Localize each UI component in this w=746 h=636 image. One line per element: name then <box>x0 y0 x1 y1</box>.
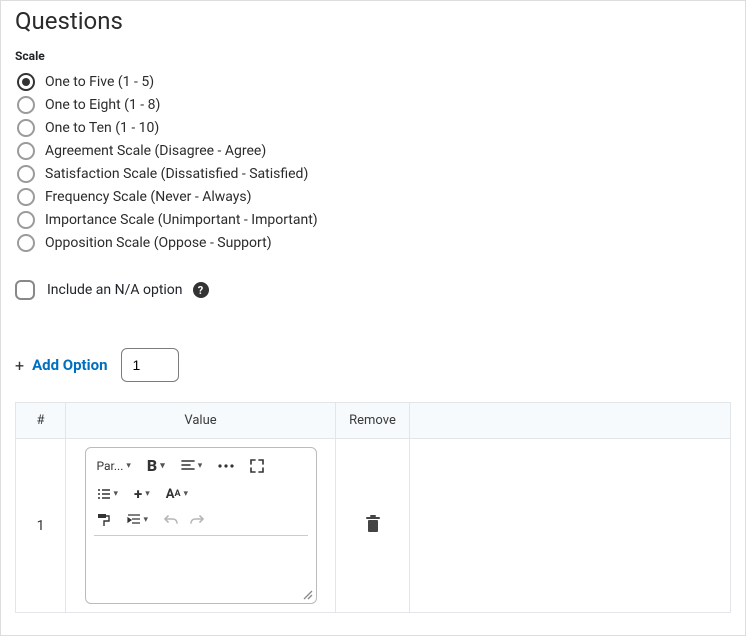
chevron-down-icon: ▾ <box>145 489 150 499</box>
include-na-checkbox[interactable] <box>15 280 35 300</box>
questions-panel: Questions Scale One to Five (1 - 5) One … <box>0 0 746 636</box>
include-na-row: Include an N/A option ? <box>15 280 731 300</box>
radio-label: Satisfaction Scale (Dissatisfied - Satis… <box>45 166 308 182</box>
radio-label: Opposition Scale (Oppose - Support) <box>45 235 272 251</box>
radio-label: Frequency Scale (Never - Always) <box>45 189 252 205</box>
more-button[interactable] <box>215 462 237 470</box>
radio-icon <box>17 73 35 91</box>
scale-option-one-to-five[interactable]: One to Five (1 - 5) <box>17 73 731 91</box>
list-icon <box>97 487 111 501</box>
include-na-label: Include an N/A option <box>47 282 183 298</box>
resize-handle[interactable] <box>301 588 313 600</box>
scale-option-satisfaction[interactable]: Satisfaction Scale (Dissatisfied - Satis… <box>17 165 731 183</box>
editor-toolbar-row-2: ▾ + ▾ AA ▾ <box>94 483 308 505</box>
radio-label: Importance Scale (Unimportant - Importan… <box>45 212 318 228</box>
indent-button[interactable]: ▾ <box>124 511 152 529</box>
chevron-down-icon: ▾ <box>160 461 165 471</box>
page-title: Questions <box>15 7 731 35</box>
font-button[interactable]: AA ▾ <box>163 485 191 504</box>
add-option-button[interactable]: + Add Option <box>15 356 107 375</box>
radio-label: One to Five (1 - 5) <box>45 74 154 90</box>
plus-icon: + <box>15 356 24 375</box>
paragraph-label: Par... <box>97 459 124 473</box>
chevron-down-icon: ▾ <box>126 461 131 471</box>
align-icon <box>181 459 195 473</box>
scale-option-one-to-ten[interactable]: One to Ten (1 - 10) <box>17 119 731 137</box>
indent-icon <box>127 513 141 527</box>
options-table: # Value Remove 1 Par... ▾ <box>15 402 731 613</box>
table-header-row: # Value Remove <box>16 403 731 439</box>
editor-textarea[interactable] <box>94 535 308 595</box>
format-paint-button[interactable] <box>94 511 114 529</box>
radio-icon <box>17 165 35 183</box>
list-button[interactable]: ▾ <box>94 485 122 503</box>
scale-radio-group: One to Five (1 - 5) One to Eight (1 - 8)… <box>17 73 731 252</box>
col-header-num: # <box>16 403 66 439</box>
radio-icon <box>17 96 35 114</box>
redo-icon <box>190 513 204 527</box>
more-icon <box>218 464 234 468</box>
scale-option-frequency[interactable]: Frequency Scale (Never - Always) <box>17 188 731 206</box>
radio-icon <box>17 188 35 206</box>
radio-label: Agreement Scale (Disagree - Agree) <box>45 143 266 159</box>
bold-button[interactable]: B▾ <box>144 454 168 477</box>
rich-text-editor[interactable]: Par... ▾ B▾ ▾ <box>85 447 317 604</box>
radio-icon <box>17 142 35 160</box>
scale-option-opposition[interactable]: Opposition Scale (Oppose - Support) <box>17 234 731 252</box>
scale-option-one-to-eight[interactable]: One to Eight (1 - 8) <box>17 96 731 114</box>
chevron-down-icon: ▾ <box>144 515 149 525</box>
align-button[interactable]: ▾ <box>178 457 206 475</box>
editor-toolbar-row-3: ▾ <box>94 511 308 529</box>
scale-option-agreement[interactable]: Agreement Scale (Disagree - Agree) <box>17 142 731 160</box>
insert-button[interactable]: + ▾ <box>131 483 153 505</box>
radio-icon <box>17 119 35 137</box>
editor-toolbar-row-1: Par... ▾ B▾ ▾ <box>94 454 308 477</box>
chevron-down-icon: ▾ <box>114 489 119 499</box>
table-row: 1 Par... ▾ B▾ <box>16 439 731 613</box>
col-header-value: Value <box>66 403 336 439</box>
chevron-down-icon: ▾ <box>198 461 203 471</box>
col-header-remove: Remove <box>336 403 410 439</box>
scale-heading: Scale <box>15 49 731 63</box>
help-icon[interactable]: ? <box>193 282 209 298</box>
paragraph-style-dropdown[interactable]: Par... ▾ <box>94 457 134 475</box>
fullscreen-icon <box>250 459 264 473</box>
trash-icon <box>365 515 381 533</box>
resize-icon <box>301 588 313 600</box>
remove-row-button[interactable] <box>365 515 381 533</box>
scale-option-importance[interactable]: Importance Scale (Unimportant - Importan… <box>17 211 731 229</box>
undo-button[interactable] <box>161 511 181 529</box>
format-paint-icon <box>97 513 111 527</box>
row-number: 1 <box>37 518 45 534</box>
radio-label: One to Ten (1 - 10) <box>45 120 159 136</box>
fullscreen-button[interactable] <box>247 457 267 475</box>
col-header-blank <box>410 403 731 439</box>
redo-button[interactable] <box>187 511 207 529</box>
undo-icon <box>164 513 178 527</box>
radio-icon <box>17 211 35 229</box>
radio-icon <box>17 234 35 252</box>
add-option-label: Add Option <box>32 356 107 374</box>
add-option-row: + Add Option <box>15 348 731 382</box>
chevron-down-icon: ▾ <box>184 489 189 499</box>
add-option-count-input[interactable] <box>121 348 179 382</box>
radio-label: One to Eight (1 - 8) <box>45 97 160 113</box>
